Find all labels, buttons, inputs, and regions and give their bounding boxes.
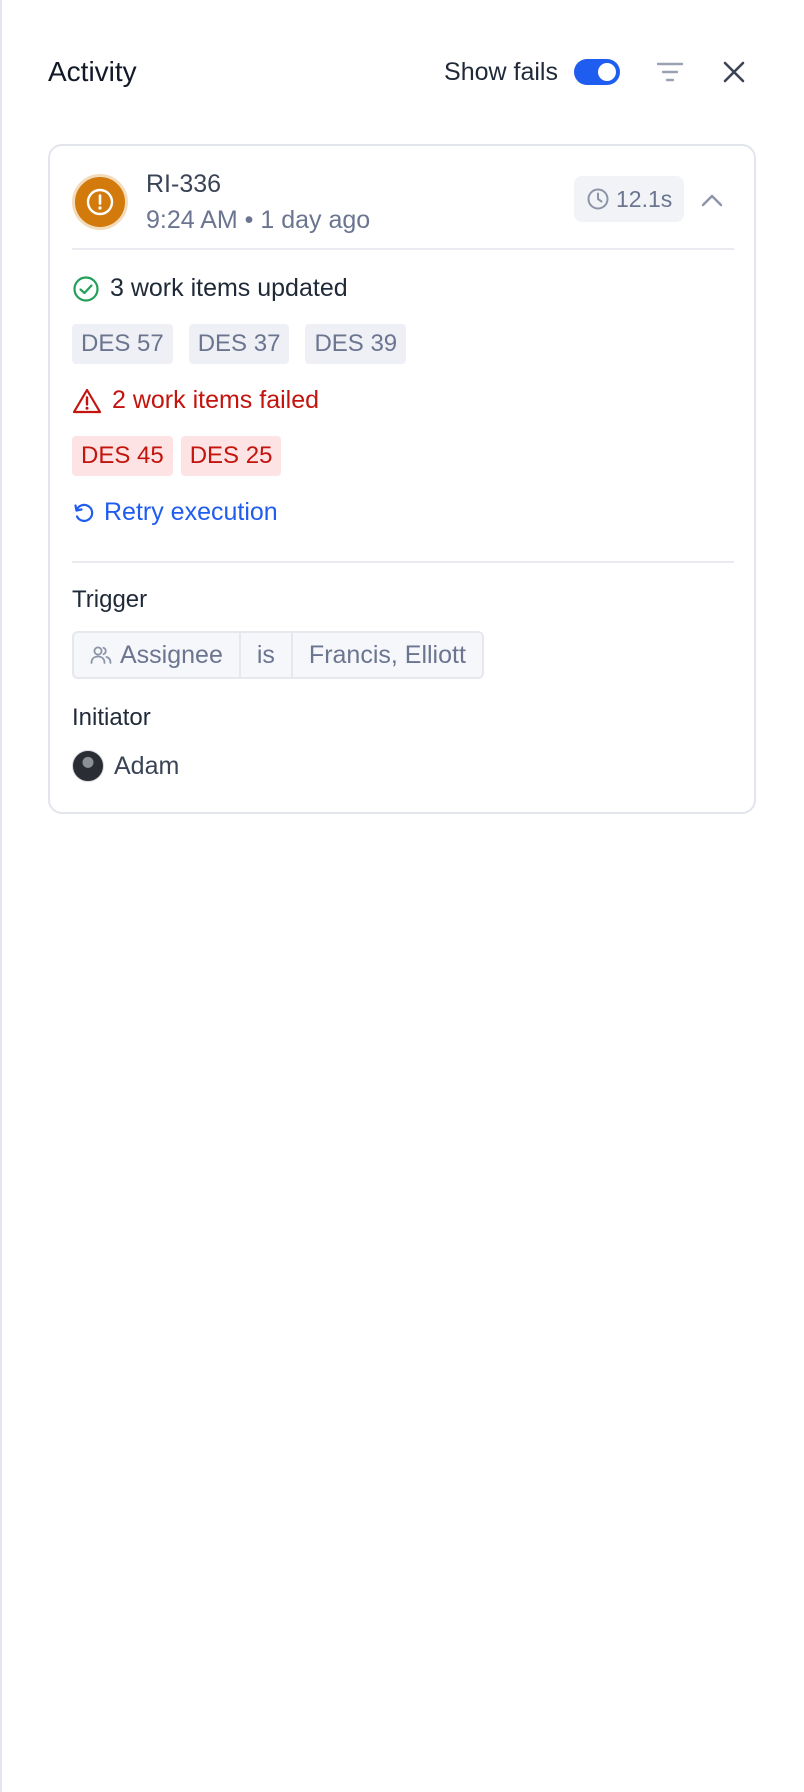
users-icon	[90, 646, 112, 664]
retry-label: Retry execution	[104, 498, 278, 526]
toggle-knob	[598, 63, 616, 81]
failed-work-item-tag[interactable]: DES 45	[72, 436, 173, 476]
failed-items: DES 45 DES 25	[72, 436, 289, 476]
warning-status-badge	[72, 174, 128, 230]
trigger-field: Assignee	[74, 633, 239, 677]
run-card-header: RI-336 9:24 AM • 1 day ago 12.1s	[72, 166, 734, 236]
initiator-label: Initiator	[72, 704, 151, 731]
updated-summary: 3 work items updated	[72, 274, 348, 303]
failed-label: 2 work items failed	[112, 386, 320, 414]
chevron-up-icon	[701, 194, 723, 207]
failed-work-item-tag[interactable]: DES 25	[180, 436, 282, 476]
work-item-tag[interactable]: DES 57	[72, 324, 173, 364]
trigger-field-label: Assignee	[120, 640, 223, 669]
retry-execution-link[interactable]: Retry execution	[72, 498, 278, 527]
trigger-operator: is	[238, 633, 291, 677]
trigger-value: Francis, Elliott	[290, 633, 482, 677]
clock-icon	[587, 188, 609, 210]
work-item-tag[interactable]: DES 39	[305, 324, 407, 364]
failed-summary: 2 work items failed	[72, 386, 319, 415]
filter-icon	[656, 62, 684, 82]
avatar	[72, 750, 104, 782]
work-item-tag[interactable]: DES 37	[188, 324, 290, 364]
duration-badge: 12.1s	[574, 176, 685, 222]
show-fails-label: Show fails	[444, 57, 558, 86]
retry-icon	[74, 503, 94, 522]
divider	[72, 248, 734, 250]
page-title: Activity	[48, 56, 137, 87]
alert-circle-icon	[86, 188, 114, 216]
initiator-name: Adam	[114, 751, 180, 780]
run-id: RI-336	[146, 170, 222, 198]
run-card: RI-336 9:24 AM • 1 day ago 12.1s 3 work …	[48, 144, 756, 814]
divider	[72, 561, 734, 563]
panel-left-border	[0, 0, 2, 1792]
trigger-label: Trigger	[72, 586, 148, 613]
filter-button[interactable]	[650, 52, 690, 92]
check-circle-icon	[73, 275, 99, 302]
trigger-condition: Assignee is Francis, Elliott	[72, 631, 484, 679]
collapse-button[interactable]	[692, 180, 732, 220]
updated-label: 3 work items updated	[110, 274, 348, 302]
header-controls: Show fails	[444, 52, 754, 92]
run-timestamp: 9:24 AM • 1 day ago	[146, 206, 371, 234]
warning-triangle-icon	[72, 388, 102, 413]
activity-header: Activity Show fails	[48, 48, 754, 96]
duration-value: 12.1s	[616, 185, 673, 212]
close-icon	[723, 61, 745, 83]
updated-items: DES 57 DES 37 DES 39	[72, 324, 422, 364]
show-fails-toggle[interactable]	[574, 59, 620, 85]
initiator-user: Adam	[72, 750, 179, 782]
close-button[interactable]	[714, 52, 754, 92]
